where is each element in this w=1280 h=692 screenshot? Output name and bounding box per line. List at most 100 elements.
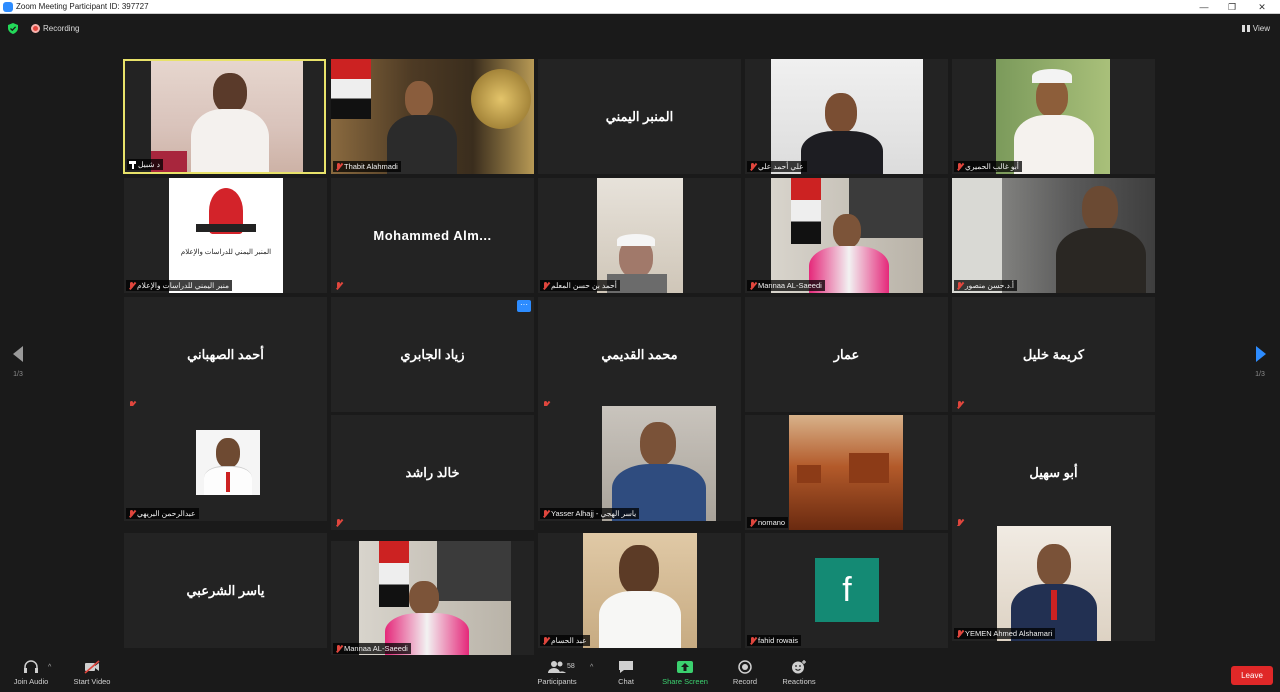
participant-name: nomano (758, 518, 786, 527)
participant-tile[interactable]: المنبر اليمني للدراسات والإعلام منبر الي… (124, 178, 327, 293)
window-title: Zoom Meeting Participant ID: 397727 (16, 2, 149, 11)
zoom-logo-icon (3, 2, 13, 12)
participant-cap (1032, 69, 1072, 83)
participant-tile[interactable]: Mohammed Alm... (331, 178, 534, 293)
participant-body (599, 591, 681, 648)
participant-name-label: عبدالرحمن البريهي (126, 508, 199, 519)
leave-button[interactable]: Leave (1231, 666, 1273, 685)
muted-mic-icon (956, 400, 963, 409)
participant-cap (617, 234, 655, 246)
participant-tile[interactable]: عبد الحسام (538, 533, 741, 648)
participant-tile[interactable]: عمار (745, 297, 948, 412)
participant-tile[interactable]: د شبيل (123, 59, 326, 174)
participant-tile[interactable]: أحمد بن حسن المعلم (538, 178, 741, 293)
page-indicator-right: 1/3 (1255, 371, 1265, 378)
participant-tile[interactable]: محمد القديمي (538, 297, 741, 412)
share-screen-label: Share Screen (662, 677, 708, 686)
participant-tile[interactable]: خالد راشد (331, 415, 534, 530)
participant-name-label: Mannaa AL-Saeedi (333, 643, 411, 654)
page-indicator-left: 1/3 (13, 371, 23, 378)
view-label: View (1252, 24, 1270, 33)
muted-mic-icon (956, 281, 963, 290)
participant-tile[interactable]: Yasser Alhajj - ياسر الهجي (538, 406, 741, 521)
maximize-button[interactable]: ❐ (1220, 0, 1244, 14)
participant-name-label: nomano (747, 517, 789, 528)
more-options-button[interactable]: ··· (517, 300, 531, 312)
participant-name-label: منبر اليمني للدراسات والإعلام (126, 280, 233, 291)
participant-name: أ.د.حسن منصور (965, 281, 1014, 290)
pin-icon (129, 160, 136, 169)
participant-name-card: ياسر الشرعبي (186, 582, 265, 598)
participant-tile[interactable]: أبو غالب الحميري (952, 59, 1155, 174)
participant-tile[interactable]: Mannaa AL-Saeedi (745, 178, 948, 293)
participant-name-card: خالد راشد (405, 464, 460, 480)
participant-tie (1051, 590, 1057, 620)
participant-tile[interactable]: المنبر اليمني (538, 59, 741, 174)
participant-name-label: أحمد بن حسن المعلم (540, 280, 620, 291)
view-button[interactable]: View (1241, 23, 1270, 34)
participant-tile[interactable]: YEMEN Ahmed Alshamari (952, 526, 1155, 641)
reactions-label: Reactions (782, 677, 816, 686)
participant-name-label: YEMEN Ahmed Alshamari (954, 628, 1056, 639)
participant-head (619, 545, 659, 595)
participant-name-label (333, 280, 345, 291)
flag (791, 178, 821, 244)
participant-tile[interactable]: كريمة خليل (952, 297, 1155, 412)
participant-head (409, 581, 439, 615)
background-wall (952, 178, 1002, 293)
next-page-arrow-icon[interactable] (1254, 345, 1268, 363)
participant-video (996, 59, 1110, 174)
join-audio-button[interactable]: Join Audio (10, 660, 52, 687)
participant-video (771, 59, 923, 174)
participant-name-label (333, 517, 345, 528)
muted-mic-icon (128, 281, 135, 290)
muted-mic-icon (335, 281, 342, 290)
security-shield-icon[interactable] (8, 23, 18, 34)
participant-head (825, 93, 857, 133)
muted-mic-icon (542, 636, 549, 645)
close-button[interactable]: ✕ (1250, 0, 1274, 14)
record-button[interactable]: Record (728, 660, 762, 687)
participant-tile[interactable]: Thabit Alahmadi (331, 59, 534, 174)
participant-name: YEMEN Ahmed Alshamari (965, 629, 1053, 638)
background-decor (471, 69, 531, 129)
start-video-button[interactable]: Start Video (70, 660, 114, 687)
participant-name-label: Mannaa AL-Saeedi (747, 280, 825, 291)
window-titlebar: Zoom Meeting Participant ID: 397727 — ❐ … (0, 0, 1280, 14)
participant-name-card: زياد الجابري (400, 346, 465, 362)
participant-name-label: د شبيل (127, 159, 163, 170)
participant-tile[interactable]: زياد الجابري ··· (331, 297, 534, 412)
share-screen-button[interactable]: Share Screen (660, 660, 710, 687)
audio-options-caret-icon[interactable]: ^ (48, 664, 51, 671)
participant-tile[interactable]: أبو سهيل (952, 415, 1155, 530)
muted-mic-icon (335, 518, 342, 527)
share-screen-icon (677, 661, 693, 673)
previous-page-arrow-icon[interactable] (11, 345, 25, 363)
participant-tile[interactable]: أحمد الصهباني (124, 297, 327, 412)
participant-tile[interactable]: nomano (745, 415, 948, 530)
participant-name: د شبيل (138, 160, 160, 169)
participant-tile[interactable]: ياسر الشرعبي (124, 533, 327, 648)
chat-button[interactable]: Chat (610, 660, 642, 687)
participant-tile[interactable]: Mannaa AL-Saeedi (331, 541, 534, 656)
participant-tile[interactable]: أ.د.حسن منصور (952, 178, 1155, 293)
participant-name: Mannaa AL-Saeedi (344, 644, 408, 653)
participant-name: أحمد بن حسن المعلم (551, 281, 617, 290)
participant-name: Mannaa AL-Saeedi (758, 281, 822, 290)
minimize-button[interactable]: — (1192, 0, 1216, 14)
participant-tile[interactable]: عبدالرحمن البريهي (124, 406, 327, 521)
participant-logo-video: المنبر اليمني للدراسات والإعلام (169, 178, 283, 293)
muted-mic-icon (542, 281, 549, 290)
participant-video (952, 178, 1155, 293)
participant-tile[interactable]: علي أحمد علي (745, 59, 948, 174)
participant-body (1014, 115, 1094, 174)
participant-name: fahid rowais (758, 636, 799, 645)
participant-name-card: أحمد الصهباني (187, 346, 264, 362)
participant-tile[interactable]: f fahid rowais (745, 533, 948, 648)
participants-options-caret-icon[interactable]: ^ (590, 664, 593, 671)
record-icon (738, 660, 752, 674)
chat-icon (619, 661, 633, 673)
chat-label: Chat (618, 677, 634, 686)
participant-name-card: Mohammed Alm... (373, 228, 492, 243)
reactions-button[interactable]: Reactions (778, 660, 820, 687)
